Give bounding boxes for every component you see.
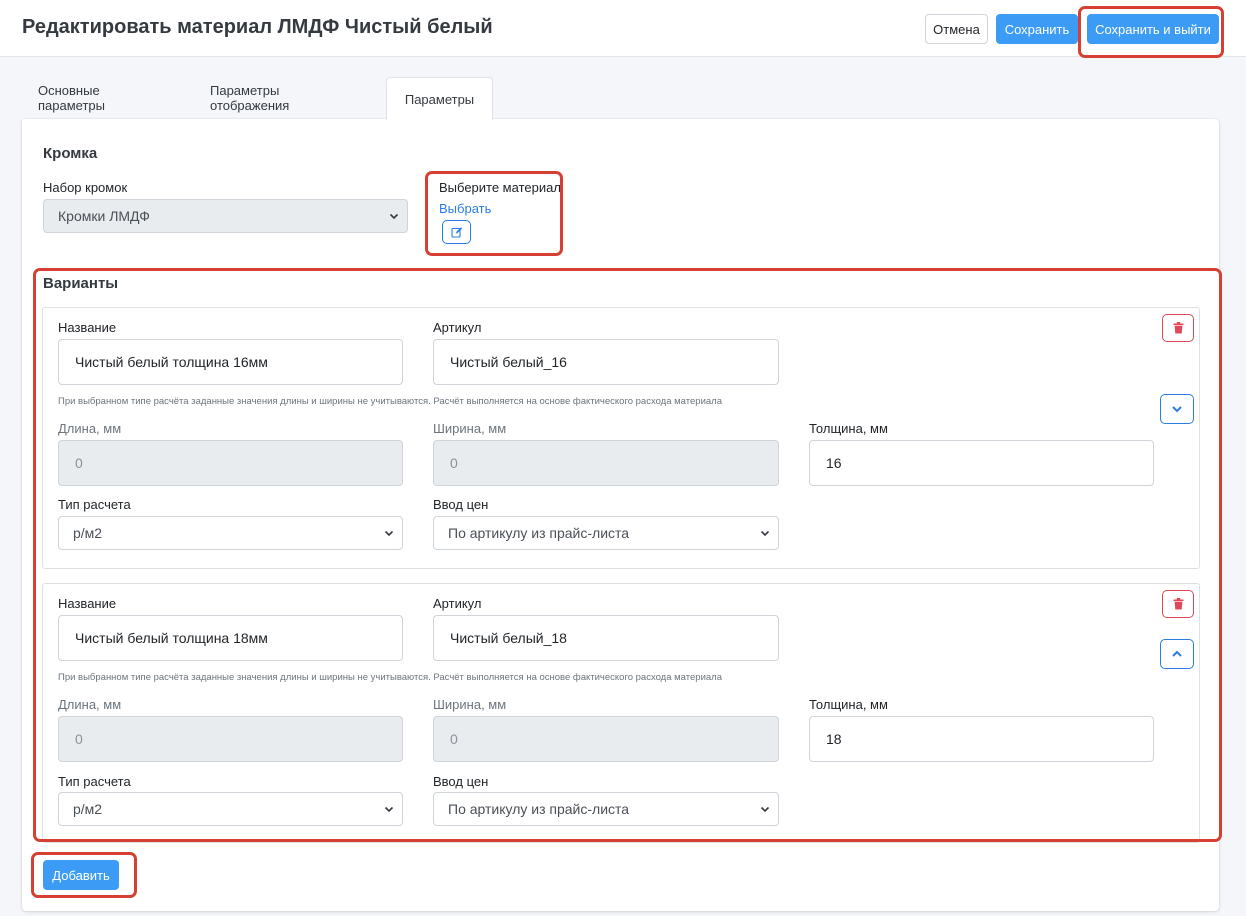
- variant-thickness-label: Толщина, мм: [809, 421, 888, 436]
- variant-price-input-value: По артикулу из прайс-листа: [448, 801, 630, 817]
- variant-calc-type-label: Тип расчета: [58, 774, 131, 789]
- variant-article-input[interactable]: Чистый белый_16: [433, 339, 779, 385]
- variant-price-input-label: Ввод цен: [433, 774, 489, 789]
- variant-calc-type-value: р/м2: [73, 525, 103, 541]
- edge-section-title: Кромка: [43, 145, 98, 162]
- variant-name-input[interactable]: Чистый белый толщина 16мм: [58, 339, 403, 385]
- add-variant-button[interactable]: Добавить: [43, 860, 119, 890]
- variant-width-input: 0: [433, 440, 779, 486]
- trash-icon: [1173, 598, 1183, 610]
- variant-name-label: Название: [58, 320, 117, 335]
- variant-thickness-label: Толщина, мм: [809, 697, 888, 712]
- variant-length-label: Длина, мм: [58, 697, 122, 712]
- chevron-down-icon: [760, 530, 770, 537]
- variant-name-input[interactable]: Чистый белый толщина 18мм: [58, 615, 403, 661]
- variant-thickness-input[interactable]: 16: [809, 440, 1154, 486]
- chevron-down-icon: [760, 806, 770, 813]
- variant-article-label: Артикул: [433, 596, 482, 611]
- variant-calc-type-label: Тип расчета: [58, 497, 131, 512]
- variant-calc-type-select[interactable]: р/м2: [58, 792, 403, 826]
- variant-width-label: Ширина, мм: [433, 697, 507, 712]
- variant-article-label: Артикул: [433, 320, 482, 335]
- tab-params[interactable]: Параметры: [386, 77, 493, 120]
- expand-variant-button[interactable]: [1160, 639, 1194, 669]
- chevron-down-icon: [384, 806, 394, 813]
- tab-display-params[interactable]: Параметры отображения: [210, 77, 289, 119]
- delete-variant-button[interactable]: [1162, 314, 1194, 342]
- edge-set-value: Кромки ЛМДФ: [58, 208, 150, 224]
- trash-icon: [1173, 322, 1183, 334]
- cancel-button[interactable]: Отмена: [925, 14, 988, 44]
- collapse-variant-button[interactable]: [1160, 394, 1194, 424]
- variants-section-title: Варианты: [43, 275, 119, 292]
- variant-price-input-select[interactable]: По артикулу из прайс-листа: [433, 792, 779, 826]
- variant-price-input-value: По артикулу из прайс-листа: [448, 525, 630, 541]
- page-header: Редактировать материал ЛМДФ Чистый белый…: [0, 0, 1246, 57]
- variant-calc-type-value: р/м2: [73, 801, 103, 817]
- variant-calc-hint: При выбранном типе расчёта заданные знач…: [58, 396, 722, 407]
- variant-article-input[interactable]: Чистый белый_18: [433, 615, 779, 661]
- variant-length-input: 0: [58, 440, 403, 486]
- choose-material-link[interactable]: Выбрать: [439, 201, 491, 216]
- page-title: Редактировать материал ЛМДФ Чистый белый: [22, 16, 493, 38]
- edit-material-button[interactable]: [442, 220, 471, 244]
- tab-basic-params[interactable]: Основные параметры: [38, 77, 105, 119]
- chevron-down-icon: [384, 530, 394, 537]
- edge-set-label: Набор кромок: [43, 180, 128, 195]
- variant-width-input: 0: [433, 716, 779, 762]
- variant-price-input-label: Ввод цен: [433, 497, 489, 512]
- variant-calc-hint: При выбранном типе расчёта заданные знач…: [58, 672, 722, 683]
- variant-thickness-input[interactable]: 18: [809, 716, 1154, 762]
- edge-set-select[interactable]: Кромки ЛМДФ: [43, 199, 408, 233]
- chevron-up-icon: [1172, 650, 1182, 657]
- save-and-exit-button[interactable]: Сохранить и выйти: [1087, 14, 1219, 44]
- variant-length-label: Длина, мм: [58, 421, 122, 436]
- variant-calc-type-select[interactable]: р/м2: [58, 516, 403, 550]
- variant-length-input: 0: [58, 716, 403, 762]
- variant-name-label: Название: [58, 596, 117, 611]
- chevron-down-icon: [389, 213, 399, 220]
- material-label: Выберите материал: [439, 180, 561, 195]
- edit-icon: [450, 227, 462, 238]
- save-button[interactable]: Сохранить: [996, 14, 1078, 44]
- variant-width-label: Ширина, мм: [433, 421, 507, 436]
- delete-variant-button[interactable]: [1162, 590, 1194, 618]
- variant-price-input-select[interactable]: По артикулу из прайс-листа: [433, 516, 779, 550]
- chevron-down-icon: [1172, 406, 1182, 413]
